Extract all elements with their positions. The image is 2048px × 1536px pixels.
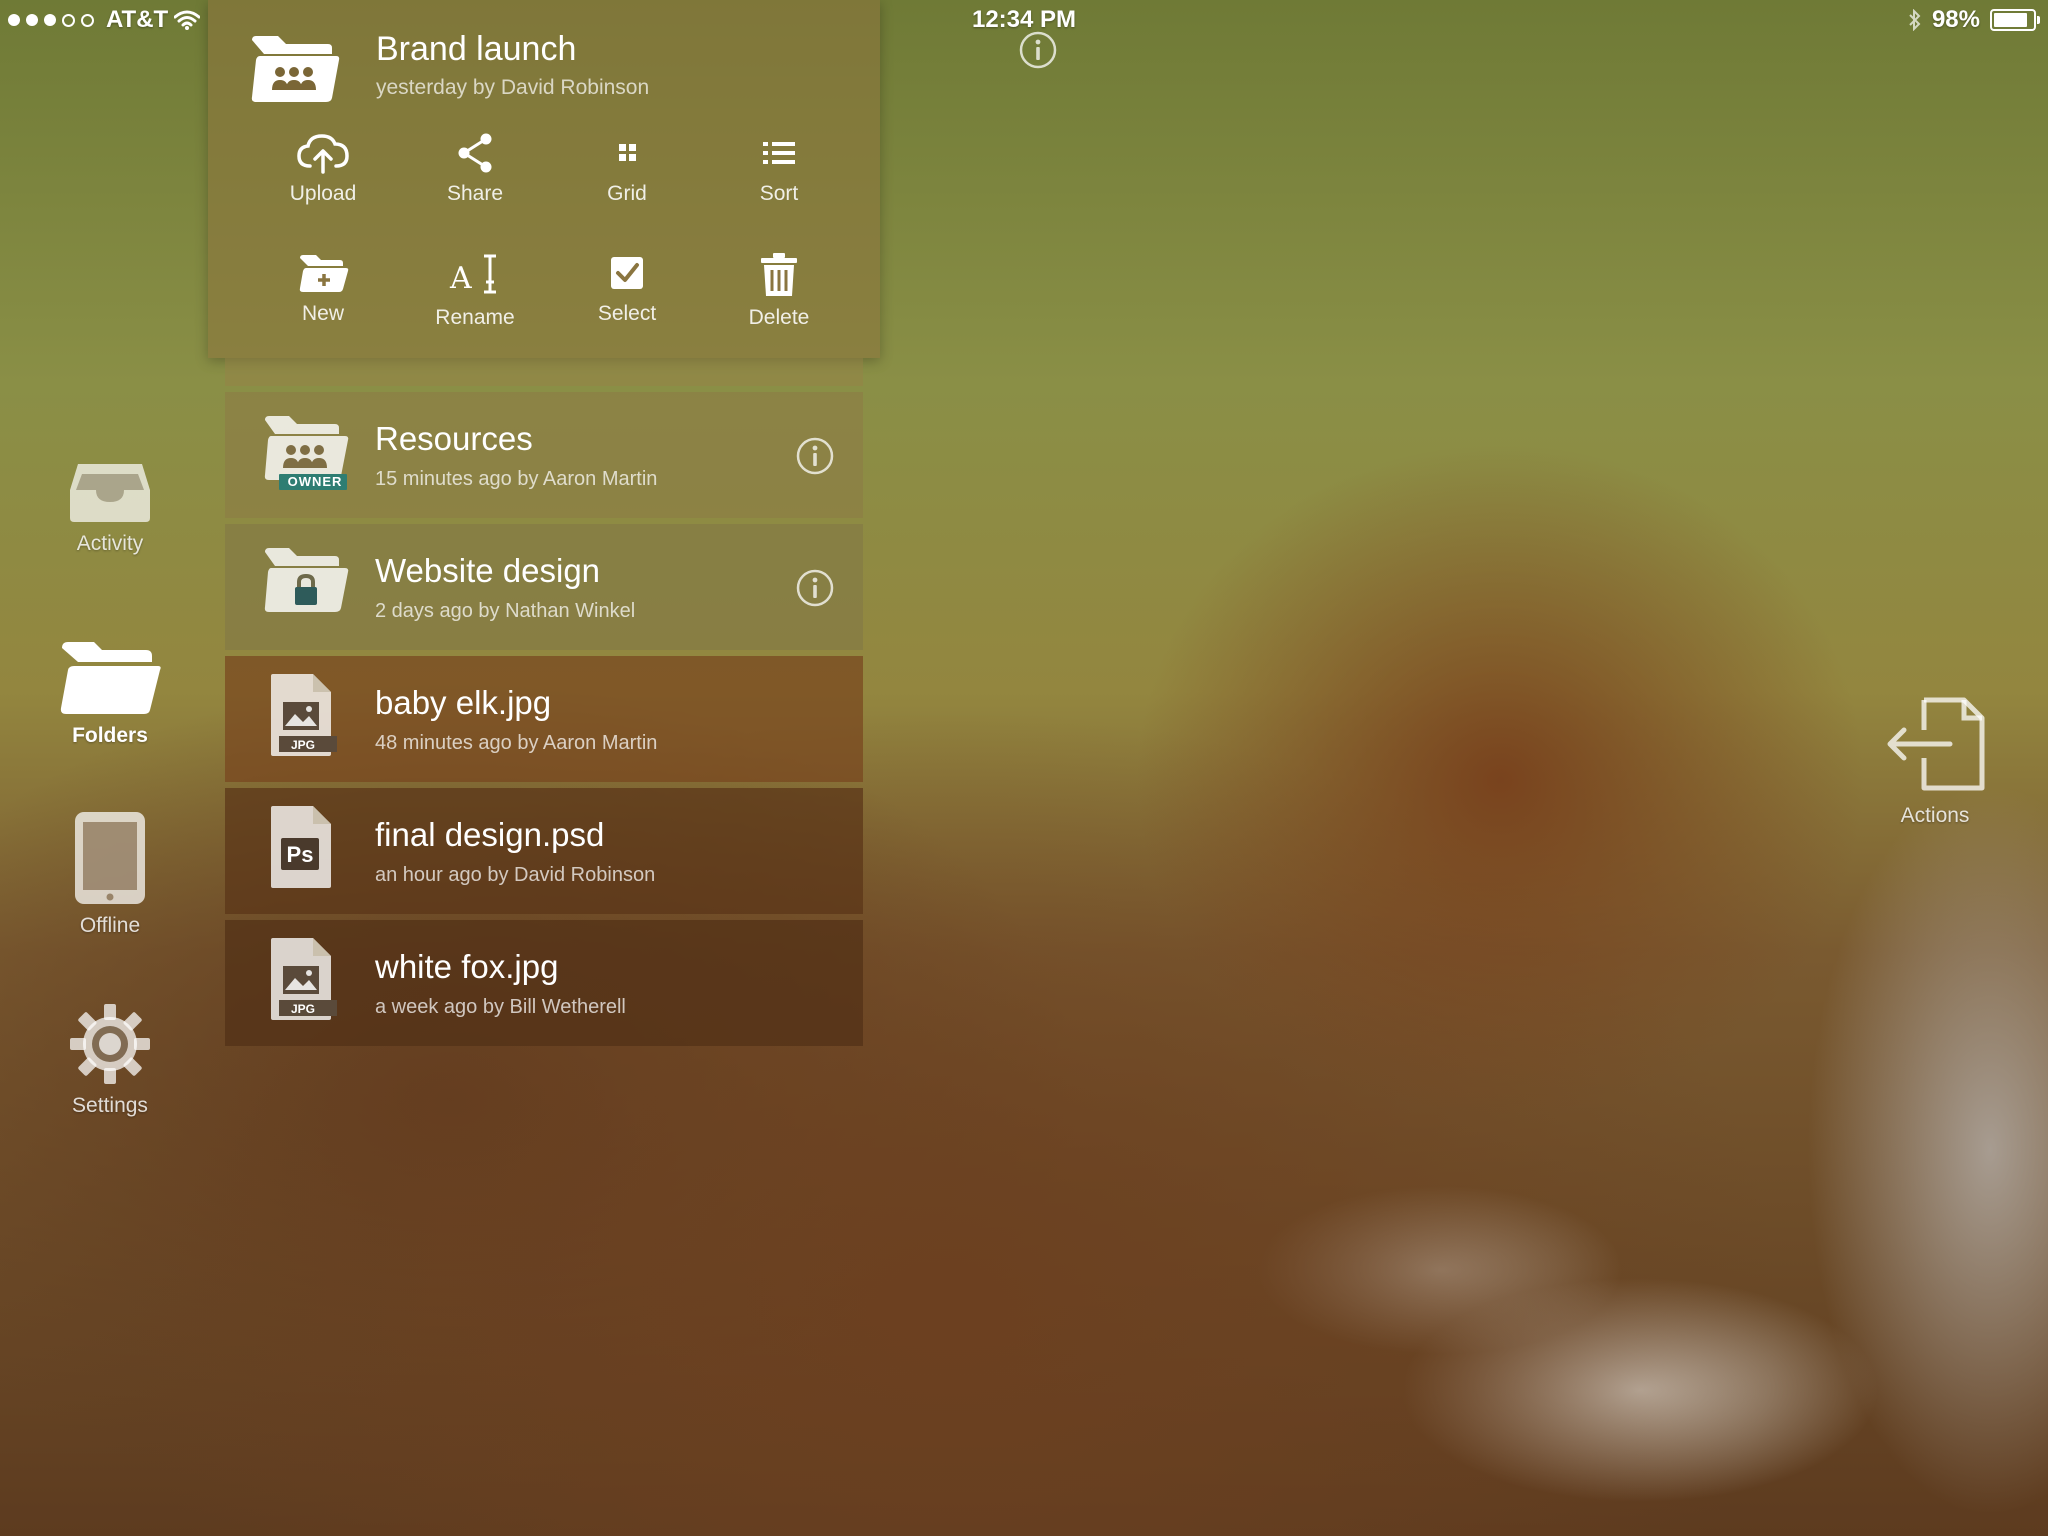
battery-tip [2037,16,2040,24]
grid-label: Grid [607,182,647,205]
delete-label: Delete [748,306,810,329]
info-icon[interactable] [795,568,835,608]
list-item-white-fox[interactable]: JPG white fox.jpg a week ago by Bill Wet… [225,920,863,1046]
file-type-badge: JPG [290,738,315,752]
checkbox-icon [611,257,643,289]
file-type-badge: JPG [290,1002,315,1016]
locked-folder-icon [264,548,349,612]
share-icon [458,133,492,173]
trash-icon [761,253,797,296]
new-folder-button[interactable]: New [248,252,398,326]
battery-percent: 98% [1931,6,1980,33]
file-name: baby elk.jpg [375,684,552,721]
select-button[interactable]: Select [552,252,702,326]
list-item-final-design[interactable]: Ps final design.psd an hour ago by David… [225,788,863,914]
nav-label-folders: Folders [72,724,148,747]
battery-icon [1990,9,2040,31]
grid-icon [619,144,636,161]
new-label: New [301,302,344,325]
file-name: final design.psd [375,816,605,853]
owner-badge: OWNER [287,474,343,489]
folder-icon [60,642,161,714]
file-name: white fox.jpg [375,948,559,985]
shared-folder-icon [251,36,340,102]
delete-button[interactable]: Delete [704,252,854,330]
current-folder-title: Brand launch [376,30,577,68]
nav-label-settings: Settings [72,1094,148,1117]
info-icon[interactable] [795,436,835,476]
nav-offline[interactable]: Offline [0,810,220,938]
grid-button[interactable]: Grid [552,132,702,206]
current-folder-meta: yesterday by David Robinson [376,76,650,99]
upload-button[interactable]: Upload [248,132,398,206]
nav-activity[interactable]: Activity [0,460,220,556]
file-name: Website design [375,552,601,589]
list-item-baby-elk[interactable]: JPG baby elk.jpg 48 minutes ago by Aaron… [225,656,863,782]
battery-level [1994,13,2028,27]
file-export-icon [1887,697,1985,791]
file-meta: 48 minutes ago by Aaron Martin [375,732,658,754]
file-meta: 2 days ago by Nathan Winkel [375,600,636,622]
file-type-badge: Ps [286,842,314,867]
nav-settings[interactable]: Settings [0,1002,220,1118]
upload-label: Upload [289,182,357,205]
actions-button[interactable]: Actions [1860,696,2010,828]
file-name: Resources [375,420,533,457]
list-item-website-design[interactable]: Website design 2 days ago by Nathan Wink… [225,524,863,650]
info-icon[interactable] [1018,30,1058,70]
list-edge [225,358,863,386]
file-meta: an hour ago by David Robinson [375,864,656,886]
actions-label: Actions [1900,804,1970,827]
inbox-tray-icon [70,464,150,522]
nav-label-offline: Offline [79,914,141,937]
list-item-resources[interactable]: OWNER Resources 15 minutes ago by Aaron … [225,392,863,518]
rename-button[interactable]: A Rename [400,252,550,330]
share-button[interactable]: Share [400,132,550,206]
current-folder[interactable]: Brand launch yesterday by David Robinson [248,30,1057,110]
list-icon [763,142,795,164]
tablet-icon [75,812,145,904]
sort-label: Sort [759,182,799,205]
cloud-upload-icon [297,134,349,174]
status-right: 98% [1908,6,2040,34]
sort-button[interactable]: Sort [704,132,854,206]
nav-folders[interactable]: Folders [0,640,220,748]
file-meta: 15 minutes ago by Aaron Martin [375,468,658,490]
folder-action-panel: Brand launch yesterday by David Robinson… [208,0,1057,358]
nav-label-activity: Activity [76,532,144,555]
bluetooth-icon [1909,9,1921,31]
select-label: Select [597,302,657,325]
share-label: Share [446,182,504,205]
rename-label: Rename [435,306,515,329]
new-folder-icon [299,255,349,292]
file-meta: a week ago by Bill Wetherell [375,996,626,1018]
gear-icon [70,1004,150,1084]
rename-icon: A [449,254,496,296]
svg-text:A: A [449,261,472,296]
